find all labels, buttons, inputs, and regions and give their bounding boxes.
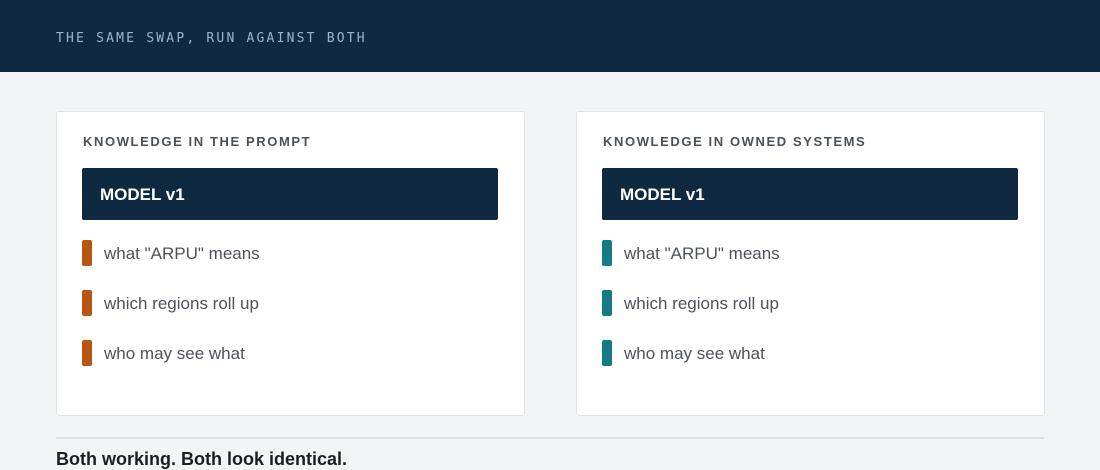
- knowledge-item-label: what "ARPU" means: [104, 244, 260, 263]
- knowledge-item-label: who may see what: [104, 344, 245, 363]
- knowledge-item: which regions roll up: [602, 290, 1002, 316]
- model-box: MODEL v1: [82, 168, 498, 220]
- marker-bar-icon: [602, 290, 612, 316]
- knowledge-item: what "ARPU" means: [602, 240, 1002, 266]
- marker-bar-icon: [82, 340, 92, 366]
- knowledge-item-label: who may see what: [624, 344, 765, 363]
- knowledge-item: what "ARPU" means: [82, 240, 482, 266]
- model-label: MODEL v1: [100, 185, 185, 204]
- model-box: MODEL v1: [602, 168, 1018, 220]
- knowledge-item-label: which regions roll up: [624, 294, 779, 313]
- panel-knowledge-in-prompt: KNOWLEDGE IN THE PROMPT MODEL v1 what "A…: [56, 111, 525, 416]
- panel-knowledge-in-owned-systems: KNOWLEDGE IN OWNED SYSTEMS MODEL v1 what…: [576, 111, 1045, 416]
- knowledge-item: who may see what: [82, 340, 482, 366]
- marker-bar-icon: [82, 290, 92, 316]
- model-label: MODEL v1: [620, 185, 705, 204]
- divider: [56, 437, 1044, 439]
- marker-bar-icon: [602, 340, 612, 366]
- header-bar: THE SAME SWAP, RUN AGAINST BOTH: [0, 0, 1100, 72]
- knowledge-item-label: what "ARPU" means: [624, 244, 780, 263]
- knowledge-item: who may see what: [602, 340, 1002, 366]
- footer-caption: Both working. Both look identical.: [56, 449, 347, 469]
- knowledge-item-label: which regions roll up: [104, 294, 259, 313]
- panel-heading: KNOWLEDGE IN THE PROMPT: [83, 134, 312, 149]
- knowledge-item: which regions roll up: [82, 290, 482, 316]
- marker-bar-icon: [602, 240, 612, 266]
- header-title: THE SAME SWAP, RUN AGAINST BOTH: [56, 31, 367, 46]
- marker-bar-icon: [82, 240, 92, 266]
- panel-heading: KNOWLEDGE IN OWNED SYSTEMS: [603, 134, 867, 149]
